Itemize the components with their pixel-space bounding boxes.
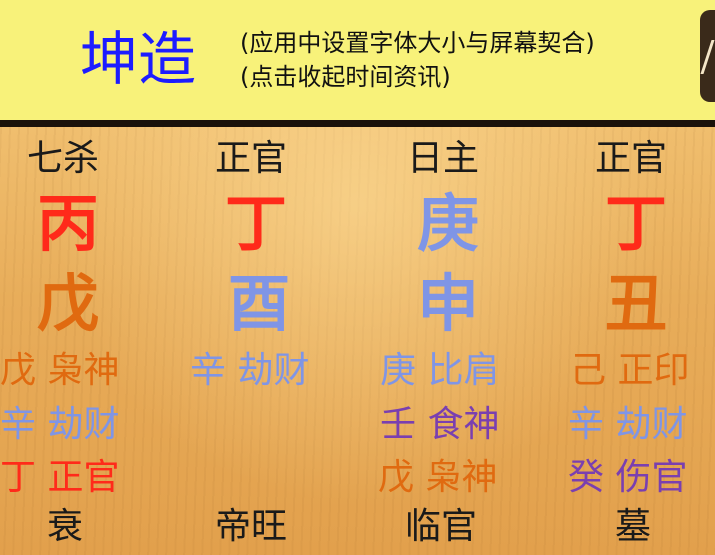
font-size-hint: (应用中设置字体大小与屏幕契合): [240, 29, 595, 57]
life-stage: 衰: [47, 506, 84, 547]
info-header[interactable]: 坤造 (应用中设置字体大小与屏幕契合) (点击收起时间资讯): [0, 0, 715, 120]
hidden-stem: 癸 伤官: [568, 457, 688, 498]
hidden-stem: 庚 比肩: [380, 350, 500, 391]
ten-god-label: 正官: [595, 138, 668, 179]
menu-button[interactable]: [700, 10, 715, 102]
earthly-branch: 丑: [605, 267, 668, 340]
hidden-stem: 壬 食神: [380, 404, 500, 445]
heavenly-stem: 丁: [225, 187, 288, 260]
heavenly-stem: 庚: [417, 187, 480, 260]
earthly-branch: 戊: [37, 267, 100, 340]
header-divider: [0, 120, 715, 127]
collapse-time-info-hint[interactable]: (点击收起时间资讯): [240, 62, 451, 92]
life-stage: 临官: [405, 506, 478, 547]
hidden-stem: 辛 劫财: [190, 350, 310, 391]
hidden-stem: 戊 枭神: [378, 457, 498, 498]
life-stage: 帝旺: [215, 506, 288, 547]
heavenly-stem: 丁: [605, 187, 668, 260]
hidden-stem: 丁 正官: [0, 457, 120, 498]
earthly-branch: 酉: [228, 267, 291, 340]
hidden-stem: 戊 枭神: [0, 350, 120, 391]
hidden-stem: 辛 劫财: [0, 404, 120, 445]
ten-god-label: 正官: [215, 138, 288, 179]
slash-icon: [700, 40, 715, 74]
life-stage: 墓: [615, 506, 652, 547]
heavenly-stem: 丙: [37, 187, 100, 260]
hidden-stem: 己 正印: [570, 350, 690, 391]
ten-god-label: 日主: [407, 138, 480, 179]
earthly-branch: 申: [417, 267, 480, 340]
chart-title: 坤造: [80, 25, 197, 93]
ten-god-label: 七杀: [27, 138, 100, 179]
hidden-stem: 辛 劫财: [568, 404, 688, 445]
